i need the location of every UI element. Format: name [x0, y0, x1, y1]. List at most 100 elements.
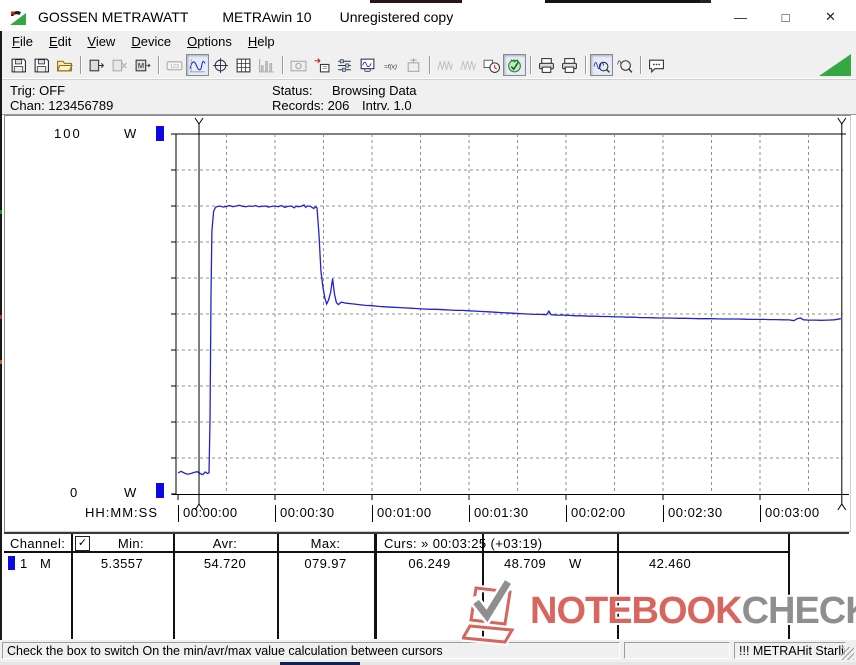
window-artifact [0, 210, 2, 214]
y-max-marker[interactable] [156, 126, 164, 141]
avr-value: 54.720 [173, 556, 277, 571]
doc-title: METRAwin 10 [222, 9, 311, 25]
open-icon [56, 57, 73, 74]
statusbar: Check the box to switch On the min/avr/m… [0, 640, 856, 662]
read-device-icon [88, 57, 105, 74]
device-memory-button[interactable] [131, 54, 154, 76]
interval-value: Intrv. 1.0 [362, 98, 412, 113]
titlebar: GOSSEN METRAWATT METRAwin 10 Unregistere… [0, 3, 856, 31]
numeric-display-icon [166, 57, 183, 74]
wave-dense-button [457, 54, 480, 76]
close-button[interactable]: ✕ [808, 3, 853, 31]
print-preview-icon [538, 57, 555, 74]
unregistered-label: Unregistered copy [340, 9, 454, 25]
maximize-button[interactable]: □ [763, 3, 808, 31]
print-preview-button[interactable] [535, 54, 558, 76]
header-divider [4, 551, 790, 553]
y-min-marker[interactable] [156, 483, 164, 498]
print-icon [561, 57, 578, 74]
window-controls: — □ ✕ [718, 3, 853, 31]
monitor-setup-icon [359, 57, 376, 74]
window-artifact [0, 360, 2, 364]
table-display-icon [235, 57, 252, 74]
open-button[interactable] [53, 54, 76, 76]
live-record-button[interactable] [503, 54, 526, 76]
cursor2-unit: W [569, 556, 582, 571]
gossen-triangle-logo [819, 54, 851, 76]
channel-1-power-curve [178, 205, 841, 475]
x-tick-label: 00:03:00 [760, 505, 820, 522]
statusbar-middle [624, 642, 730, 659]
channel-number: 1 [20, 556, 28, 571]
record-to-file-button[interactable] [310, 54, 333, 76]
scheduler-button[interactable] [480, 54, 503, 76]
menu-help[interactable]: Help [240, 32, 283, 51]
menu-device[interactable]: Device [123, 32, 179, 51]
zoom-curve-icon [593, 57, 610, 74]
wave-coarse-icon [437, 57, 454, 74]
toolbar-separator [530, 56, 531, 74]
max-header: Max: [277, 536, 374, 551]
trig-status: Trig: OFF [10, 83, 65, 98]
save-button[interactable] [7, 54, 30, 76]
table-display-button[interactable] [232, 54, 255, 76]
min-header: Min: [92, 536, 170, 551]
chart-display-icon [189, 57, 206, 74]
live-record-icon [506, 57, 523, 74]
menu-options[interactable]: Options [179, 32, 240, 51]
status-label: Status: [272, 83, 312, 98]
resize-grip[interactable] [841, 647, 854, 660]
hints-button[interactable] [645, 54, 668, 76]
histogram-display-button [255, 54, 278, 76]
zoom-lens-button[interactable] [613, 54, 636, 76]
chan-list: Chan: 123456789 [10, 98, 113, 113]
clear-device-icon [111, 57, 128, 74]
zoom-curve-button[interactable] [590, 54, 613, 76]
histogram-display-icon [258, 57, 275, 74]
device-setup-icon [405, 57, 422, 74]
statusbar-hint: Check the box to switch On the min/avr/m… [2, 642, 620, 659]
record-to-file-icon [313, 57, 330, 74]
channel-mode: M [40, 556, 51, 571]
statusbar-device: !!! METRAHit Starline-Si [734, 642, 846, 659]
formula-icon [382, 57, 399, 74]
column-divider [71, 534, 73, 639]
copy-screen-icon [290, 57, 307, 74]
menubar: FileEditViewDeviceOptionsHelp [2, 31, 856, 52]
menu-view[interactable]: View [79, 32, 123, 51]
chart-axes [171, 134, 849, 500]
cursor1-value: 06.249 [377, 556, 482, 571]
toolbar-separator [429, 56, 430, 74]
read-device-button[interactable] [85, 54, 108, 76]
zoom-lens-icon [616, 57, 633, 74]
print-button[interactable] [558, 54, 581, 76]
numeric-display-button [163, 54, 186, 76]
channel-setup-icon [336, 57, 353, 74]
clear-device-button [108, 54, 131, 76]
x-tick-label: 00:01:30 [469, 505, 529, 522]
cursor-header: Curs: » 00:03:25 (+03:19) [384, 536, 543, 551]
avr-header: Avr: [173, 536, 277, 551]
records-count: Records: 206 [272, 98, 349, 113]
chart-plot [5, 116, 850, 531]
minmax-checkbox[interactable]: ✓ [75, 536, 90, 551]
formula-button[interactable] [379, 54, 402, 76]
menu-file[interactable]: File [4, 32, 41, 51]
x-tick-label: 00:01:00 [372, 505, 432, 522]
channel-setup-button[interactable] [333, 54, 356, 76]
cursor-stats-table: Channel: ✓ Min: Avr: Max: Curs: » 00:03:… [4, 532, 849, 639]
minimize-button[interactable]: — [718, 3, 763, 31]
column-divider [788, 534, 790, 639]
app-logo-icon [8, 7, 28, 27]
chart-display-button[interactable] [186, 54, 209, 76]
toolbar-separator [80, 56, 81, 74]
toolbar-separator [282, 56, 283, 74]
channel-color-swatch [8, 556, 15, 570]
menu-edit[interactable]: Edit [41, 32, 79, 51]
hints-icon [648, 57, 665, 74]
monitor-setup-button[interactable] [356, 54, 379, 76]
save-as-button[interactable] [30, 54, 53, 76]
app-title: GOSSEN METRAWATT [38, 9, 188, 25]
cursor-display-icon [212, 57, 229, 74]
cursor-display-button[interactable] [209, 54, 232, 76]
